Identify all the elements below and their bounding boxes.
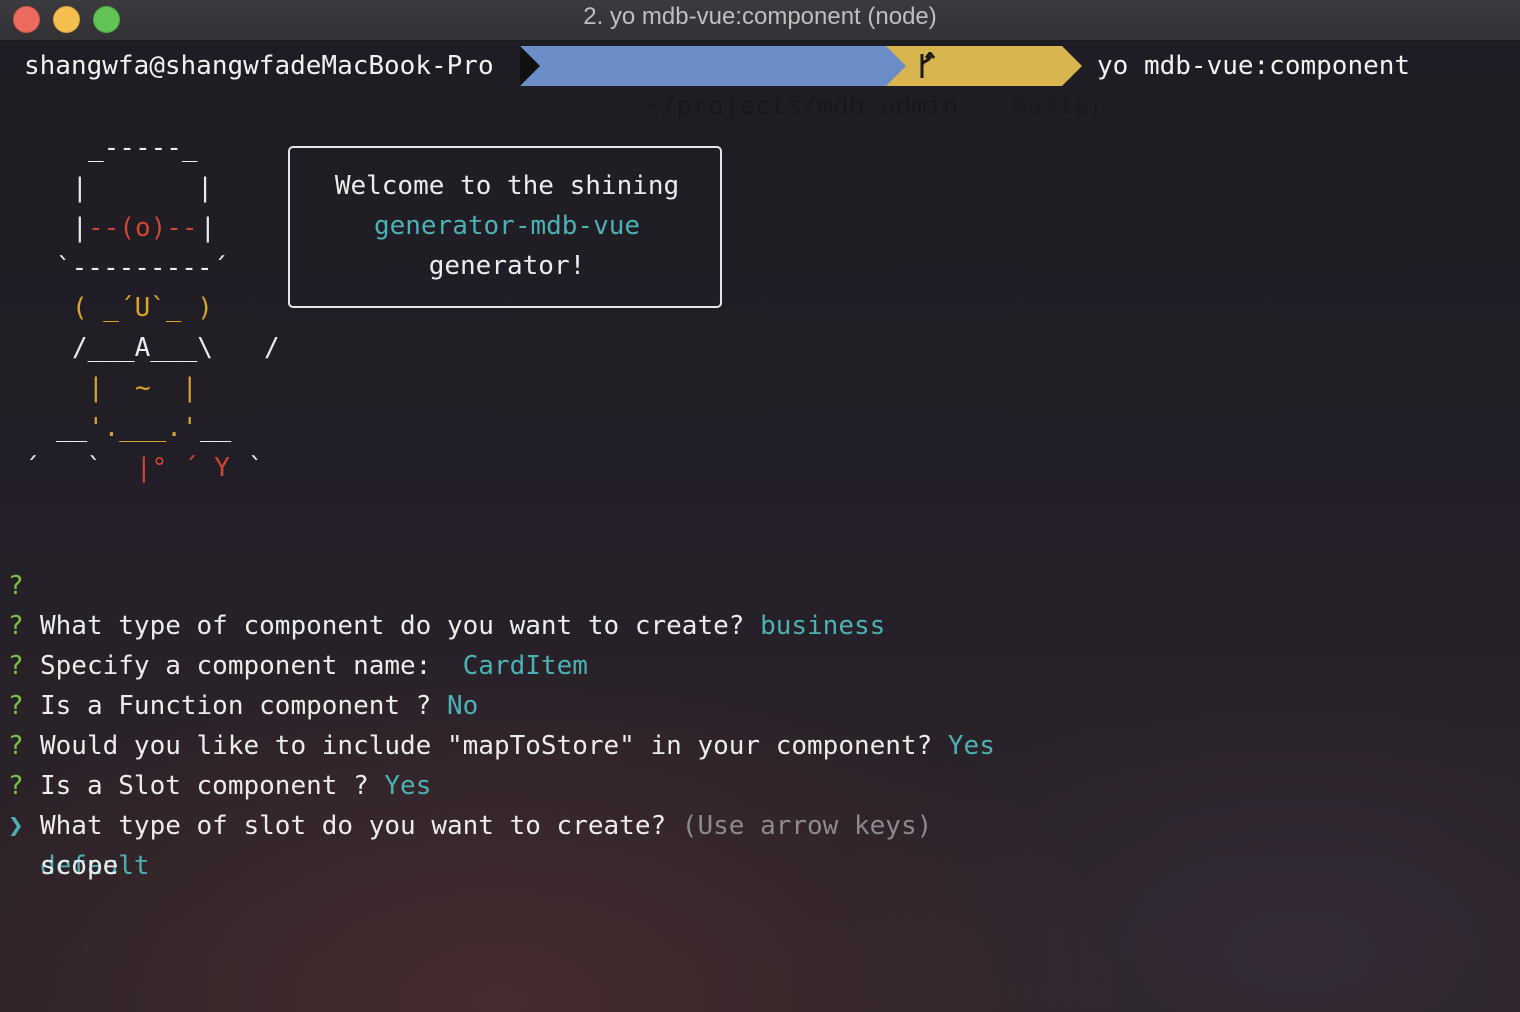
title-bar[interactable]: 2. yo mdb-vue:component (node): [0, 0, 1520, 41]
question-row-active: ? What type of slot do you want to creat…: [0, 726, 932, 841]
question-row: ? Is a Slot component ? Yes: [0, 686, 431, 801]
question-text: What type of component do you want to cr…: [40, 611, 745, 641]
art-line-eye-right: |: [200, 213, 216, 243]
question-text: Specify a component name:: [40, 651, 432, 681]
art-line-head: | |: [72, 173, 213, 203]
window-title: 2. yo mdb-vue:component (node): [583, 3, 937, 30]
answer-text: No: [447, 691, 479, 721]
welcome-generator-name: generator-mdb-vue: [373, 211, 641, 241]
question-row: ? Would you like to include "mapToStore"…: [0, 646, 995, 761]
art-line-eye: --(o)--: [88, 213, 198, 243]
question-answer-line: What type of component do you want to cr…: [40, 606, 885, 646]
shell-prompt: shangwfa@shangwfadeMacBook-Pro ~/project…: [0, 46, 1520, 121]
art-line-feet: |° ´ Y: [136, 453, 230, 483]
art-line-belt-right: __: [200, 413, 232, 443]
question-row: ? Specify a component name: CardItem: [0, 566, 588, 681]
welcome-line-3: generator!: [428, 251, 586, 281]
question-text: Is a Function component ?: [40, 691, 432, 721]
welcome-box: Welcome to the shining generator-mdb-vue…: [288, 146, 722, 308]
art-line-feet-right: `: [248, 453, 264, 483]
answer-text: Yes: [947, 731, 995, 761]
prompt-git-segment: master: [886, 46, 1105, 121]
answer-text: Yes: [384, 771, 432, 801]
art-line-body: | ~ |: [88, 373, 198, 403]
choice-label: scope: [40, 851, 119, 881]
answer-text: CardItem: [462, 651, 588, 681]
prompt-command: yo mdb-vue:component: [1097, 51, 1411, 81]
question-row: ? Is a Function component ? No: [0, 606, 478, 721]
art-line-hat: _-----_: [88, 133, 198, 163]
prompt-path-segment: ~/projects/mdb-admin: [520, 46, 958, 121]
question-text: Would you like to include "mapToStore" i…: [40, 731, 933, 761]
art-line-face: ( _´U`_ ): [72, 293, 213, 323]
prompt-branch: master: [1011, 91, 1106, 121]
art-line-eye-left: |: [72, 213, 88, 243]
terminal-content[interactable]: shangwfa@shangwfadeMacBook-Pro ~/project…: [0, 40, 1520, 1012]
art-line-belt: '.___.': [88, 413, 198, 443]
segment-separator-icon: [886, 46, 906, 86]
art-line-arm-raised: /: [264, 333, 280, 363]
question-answer-line: Would you like to include "mapToStore" i…: [40, 726, 995, 766]
question-answer-line: Is a Slot component ? Yes: [40, 766, 431, 806]
question-answer-line: Is a Function component ? No: [40, 686, 478, 726]
segment-separator-icon: [520, 46, 540, 86]
question-hint: (Use arrow keys): [681, 811, 933, 841]
welcome-line-1: Welcome to the shining: [334, 171, 680, 201]
terminal-window: 2. yo mdb-vue:component (node) shangwfa@…: [0, 0, 1520, 1012]
question-row: ? What type of component do you want to …: [0, 526, 885, 641]
choice-default[interactable]: ❯ default: [0, 766, 150, 881]
prompt-user-host: shangwfa@shangwfadeMacBook-Pro: [24, 51, 494, 81]
segment-separator-icon: [1062, 46, 1082, 86]
art-line-feet-left: ´ `: [24, 453, 103, 483]
art-line-belt-left: __: [56, 413, 88, 443]
question-answer-line: What type of slot do you want to create?…: [40, 806, 932, 846]
choice-scope[interactable]: scope: [0, 806, 118, 881]
question-text: What type of slot do you want to create?: [40, 811, 667, 841]
question-answer-line: Specify a component name: CardItem: [40, 646, 588, 686]
art-line-arms: /___A___\: [72, 333, 213, 363]
git-branch-icon: [920, 52, 936, 78]
answer-text: business: [760, 611, 886, 641]
art-line-chin: `---------´: [56, 253, 229, 283]
